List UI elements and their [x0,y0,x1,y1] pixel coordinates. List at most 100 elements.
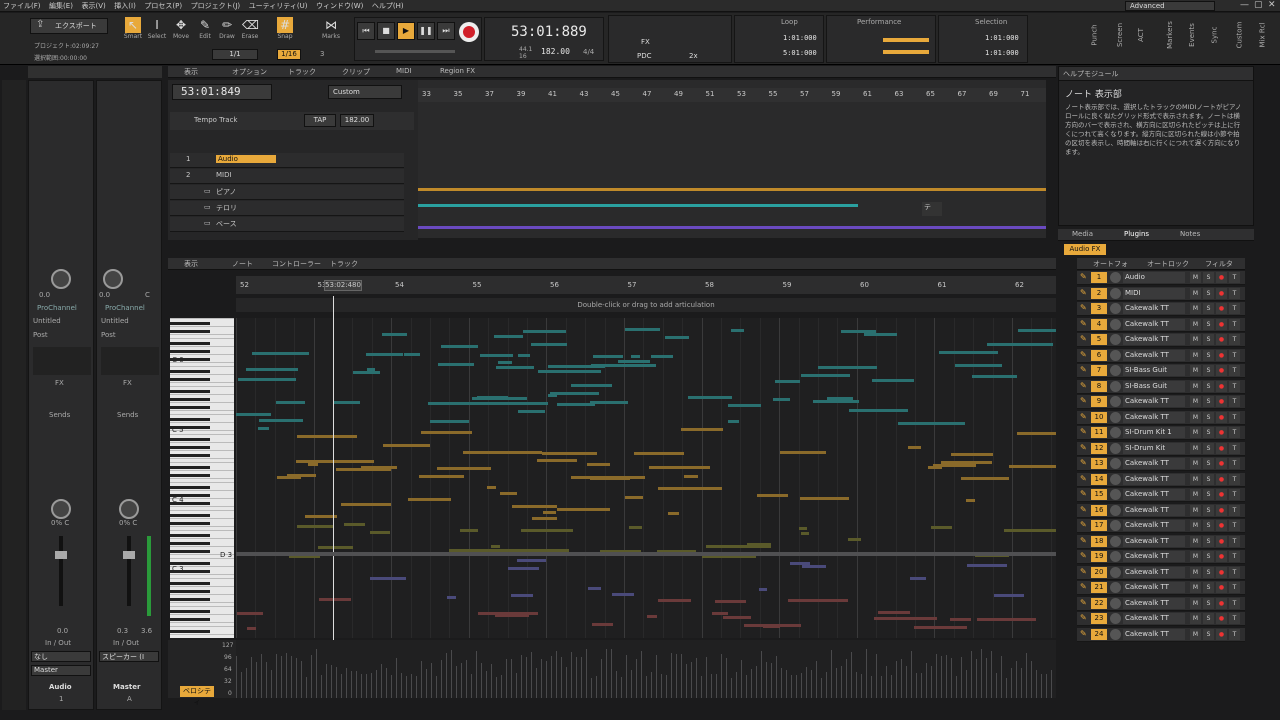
midi-note[interactable] [247,627,256,630]
track-options-button[interactable]: T [1229,504,1240,516]
midi-note[interactable] [941,461,992,464]
pr-track-name[interactable]: Cakewalk TT [1123,303,1185,314]
velocity-bar[interactable] [551,656,552,698]
black-key[interactable] [170,378,210,381]
track-options-button[interactable]: T [1229,349,1240,361]
pause-icon[interactable]: ❚❚ [417,22,435,40]
pr-menu-view[interactable]: 表示 [184,259,198,269]
velocity-bar[interactable] [486,671,487,698]
pencil-icon[interactable]: ✎ [1080,350,1087,359]
velocity-bar[interactable] [421,661,422,698]
midi-note[interactable] [477,396,508,399]
velocity-bar[interactable] [671,653,672,698]
pr-track-name[interactable]: Cakewalk TT [1123,349,1185,361]
midi-note[interactable] [872,379,914,382]
white-key-line[interactable] [170,546,234,547]
white-key-line[interactable] [170,482,234,483]
post-toggle-master[interactable]: Post [101,331,116,339]
velocity-bar[interactable] [511,659,512,698]
velocity-bar[interactable] [556,651,557,698]
menu-edit[interactable]: 編集(E) [46,0,76,12]
pr-track-row[interactable]: ✎ 2 MIDI M S ● T [1077,286,1245,301]
folder-name[interactable]: ピアノ [216,187,236,197]
tempo-field[interactable]: 182.00 [340,114,374,127]
midi-note[interactable] [408,498,451,501]
record-arm-button[interactable]: ● [1216,411,1227,423]
midi-note[interactable] [366,353,403,356]
velocity-bar[interactable] [266,662,267,698]
midi-note[interactable] [848,538,861,541]
midi-note[interactable] [430,420,469,423]
velocity-bar[interactable] [641,651,642,698]
mute-button[interactable]: M [1190,396,1201,407]
track-name[interactable]: Audio [216,155,276,163]
pr-track-name[interactable]: Cakewalk TT [1123,504,1185,516]
clip-piano[interactable] [418,188,1046,191]
mute-button[interactable]: M [1190,535,1201,547]
velocity-bar[interactable] [646,676,647,698]
velocity-bar[interactable] [1041,674,1042,698]
solo-button[interactable]: S [1203,597,1214,609]
midi-note[interactable] [370,531,390,534]
velocity-bar[interactable] [256,662,257,698]
velocity-button[interactable]: ベロシティ [180,686,214,706]
velocity-bar[interactable] [906,666,907,698]
velocity-bar[interactable] [831,650,832,698]
pr-track-name[interactable]: Cakewalk TT [1123,613,1185,624]
velocity-bar[interactable] [451,650,452,698]
black-key[interactable] [170,610,210,613]
record-arm-button[interactable]: ● [1216,427,1227,438]
record-arm-button[interactable]: ● [1216,504,1227,516]
velocity-bar[interactable] [1001,656,1002,698]
midi-note[interactable] [480,354,513,357]
midi-note[interactable] [801,374,850,377]
midi-note[interactable] [512,505,557,508]
velocity-bar[interactable] [666,675,667,698]
black-key[interactable] [170,342,210,345]
pencil-icon[interactable]: ✎ [1080,505,1087,514]
midi-note[interactable] [684,475,698,478]
menu-project[interactable]: プロジェクト(J) [188,0,244,12]
midi-note[interactable] [898,422,965,425]
pr-track-name[interactable]: SI-Drum Kit 1 [1123,427,1185,438]
pr-track-row[interactable]: ✎ 4 Cakewalk TT M S ● T [1077,317,1245,332]
velocity-bar[interactable] [676,654,677,698]
midi-note[interactable] [438,363,474,366]
midi-note[interactable] [972,375,1017,378]
solo-button[interactable]: S [1203,303,1214,314]
midi-note[interactable] [496,366,534,369]
pencil-icon[interactable]: ✎ [1080,567,1087,576]
midi-note[interactable] [557,403,595,406]
track-row-midi[interactable]: 2 MIDI [170,169,404,184]
velocity-bar[interactable] [461,663,462,698]
mute-button[interactable]: M [1190,427,1201,438]
play-icon[interactable]: ▶ [397,22,415,40]
velocity-bar[interactable] [381,664,382,698]
white-key-line[interactable] [170,410,234,411]
mute-button[interactable]: M [1190,458,1201,469]
stop-icon[interactable]: ■ [377,22,395,40]
pencil-icon[interactable]: ✎ [1080,334,1087,343]
pr-track-row[interactable]: ✎ 7 SI-Bass Guit M S ● T [1077,364,1245,378]
midi-note[interactable] [801,532,809,535]
folder-row-piano[interactable]: ▭ ピアノ [170,185,404,200]
filter[interactable]: フィルタ [1205,259,1233,269]
black-key[interactable] [170,390,210,393]
volume-fader-master[interactable] [123,551,135,559]
midi-note[interactable] [818,366,877,369]
velocity-bar[interactable] [986,658,987,698]
midi-note[interactable] [297,525,334,528]
pr-track-row[interactable]: ✎ 8 SI-Bass Guit M S ● T [1077,379,1245,394]
midi-note[interactable] [931,526,952,529]
white-key-line[interactable] [170,354,234,355]
pr-track-name[interactable]: Cakewalk TT [1123,535,1185,547]
track-options-button[interactable]: T [1229,411,1240,423]
mute-button[interactable]: M [1190,582,1201,593]
midi-note[interactable] [252,352,292,355]
pr-track-name[interactable]: Cakewalk TT [1123,582,1185,593]
mute-button[interactable]: M [1190,473,1201,485]
black-key[interactable] [170,590,210,593]
record-arm-button[interactable]: ● [1216,628,1227,640]
track-options-button[interactable]: T [1229,396,1240,407]
velocity-bar[interactable] [611,649,612,698]
